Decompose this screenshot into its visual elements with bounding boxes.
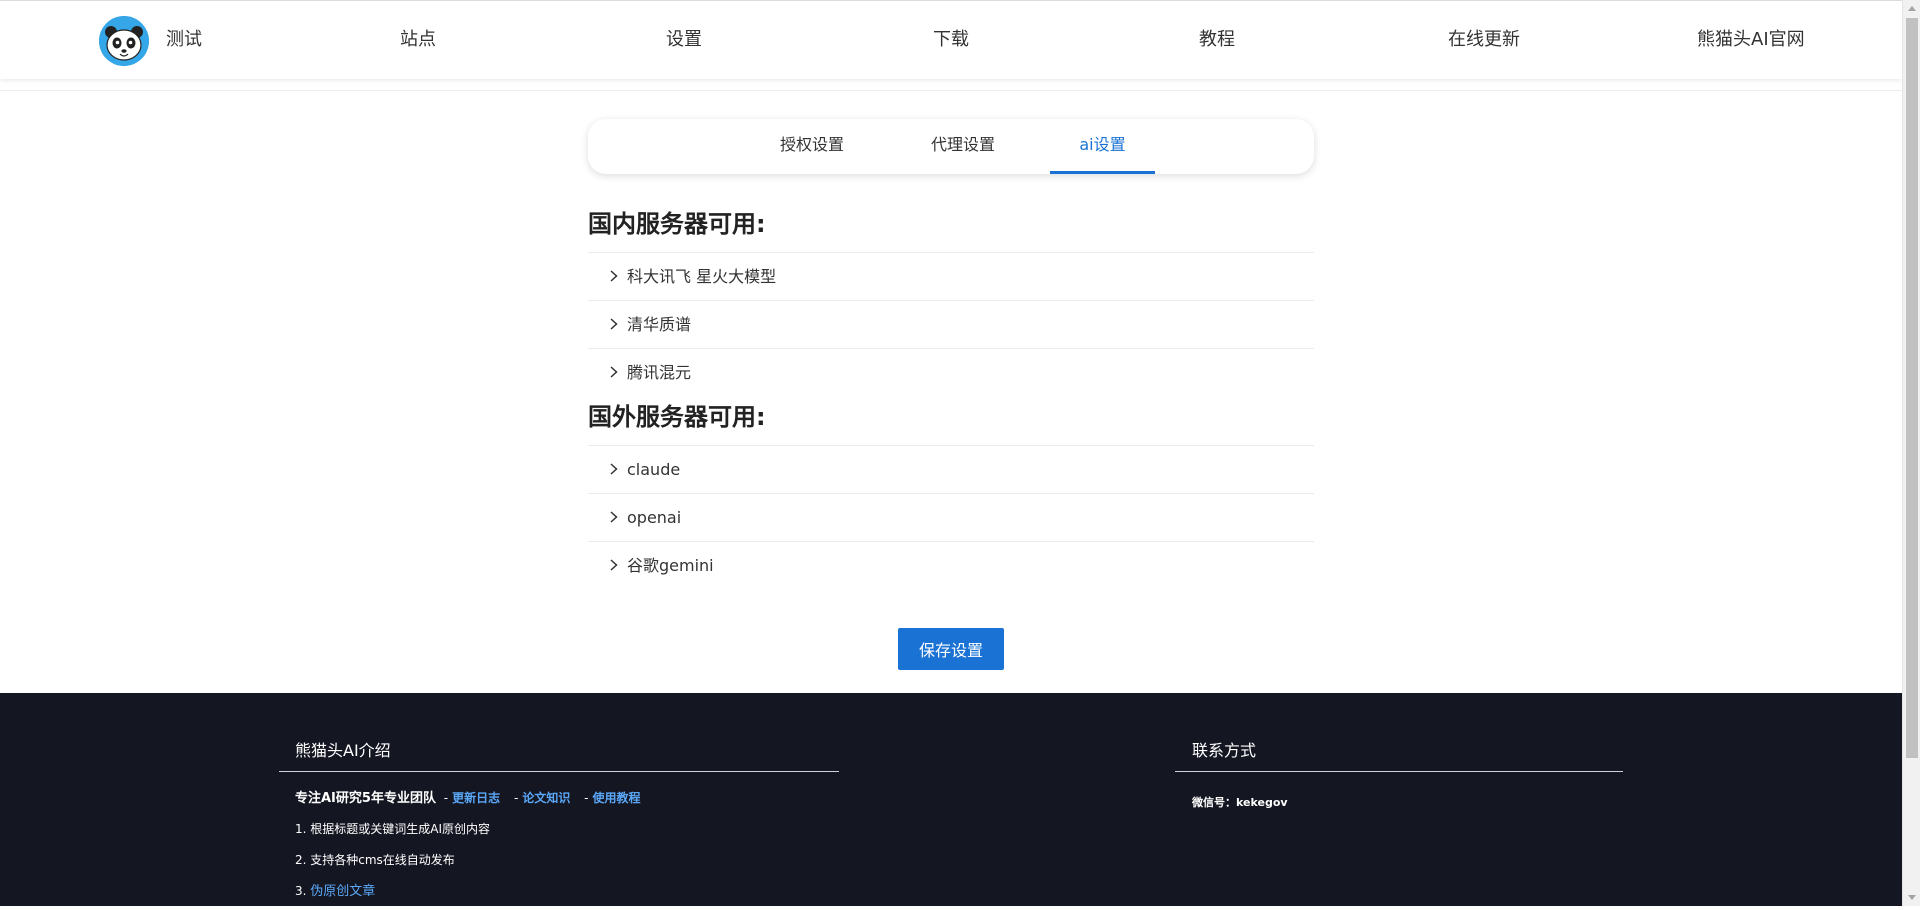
tab-ai-settings[interactable]: ai设置 [1050,119,1155,174]
nav-item-download[interactable]: 下载 [933,27,969,53]
scroll-up-arrow-icon[interactable] [1903,0,1920,17]
separator: - [584,791,589,805]
chevron-right-icon [610,511,618,523]
chevron-right-icon [610,270,618,282]
wechat-id: 微信号：kekegov [1192,796,1288,809]
chevron-right-icon [610,463,618,475]
accordion-item-iflytek[interactable]: 科大讯飞 星火大模型 [588,252,1314,301]
accordion-item-claude[interactable]: claude [588,445,1314,494]
chevron-right-icon [610,559,618,571]
footer-intro-divider [279,771,839,772]
scrollbar-thumb[interactable] [1906,18,1918,758]
panda-logo-icon[interactable] [99,16,149,66]
accordion-item-tencent[interactable]: 腾讯混元 [588,348,1314,397]
accordion-label: 科大讯飞 星火大模型 [627,267,777,286]
accordion-label: 腾讯混元 [627,363,692,382]
accordion-item-gemini[interactable]: 谷歌gemini [588,541,1314,590]
changelog-link[interactable]: 更新日志 [452,791,500,805]
accordion-label: 清华质谱 [627,315,692,334]
footer-team-line: 专注AI研究5年专业团队 - 更新日志 - 论文知识 - 使用教程 [295,787,641,806]
settings-tabs: 授权设置 代理设置 ai设置 [588,119,1314,174]
accordion-label: openai [627,508,682,527]
nav-item-official-site[interactable]: 熊猫头AI官网 [1697,27,1805,53]
page-scrollbar[interactable] [1902,0,1920,906]
footer-point-3: 3. 伪原创文章 [295,880,375,899]
chevron-right-icon [610,318,618,330]
papers-link[interactable]: 论文知识 [522,791,570,805]
footer-point-1: 1. 根据标题或关键词生成AI原创内容 [295,822,491,836]
separator: - [443,791,449,805]
nav-divider [0,90,1902,91]
foreign-section-title: 国外服务器可用: [588,403,766,431]
footer-intro-title: 熊猫头AI介绍 [295,741,391,760]
footer-point-2: 2. 支持各种cms在线自动发布 [295,853,455,867]
pseudo-original-link[interactable]: 伪原创文章 [310,884,375,899]
domestic-section-title: 国内服务器可用: [588,210,766,238]
nav-item-tutorial[interactable]: 教程 [1199,27,1235,53]
team-text: 专注AI研究5年专业团队 [295,791,436,806]
accordion-label: claude [627,460,681,479]
tab-proxy[interactable]: 代理设置 [915,119,1011,174]
nav-item-site[interactable]: 站点 [400,27,436,53]
nav-item-settings[interactable]: 设置 [666,27,702,53]
tutorial-link[interactable]: 使用教程 [593,791,641,805]
save-settings-button[interactable]: 保存设置 [898,628,1004,670]
scroll-down-arrow-icon[interactable] [1903,889,1920,906]
chevron-right-icon [610,366,618,378]
tab-authorization[interactable]: 授权设置 [764,119,860,174]
footer-contact-divider [1175,771,1623,772]
nav-brand-link[interactable]: 测试 [166,27,202,53]
footer-contact-title: 联系方式 [1192,741,1257,760]
accordion-item-tsinghua[interactable]: 清华质谱 [588,300,1314,349]
nav-item-online-update[interactable]: 在线更新 [1448,27,1520,53]
footer: 熊猫头AI介绍 专注AI研究5年专业团队 - 更新日志 - 论文知识 - 使用教程 1… [0,693,1902,906]
accordion-item-openai[interactable]: openai [588,493,1314,542]
accordion-label: 谷歌gemini [627,556,714,575]
top-nav: 测试 站点 设置 下载 教程 在线更新 熊猫头AI官网 [0,0,1902,79]
separator: - [513,791,519,805]
point-3-prefix: 3. [295,884,307,898]
